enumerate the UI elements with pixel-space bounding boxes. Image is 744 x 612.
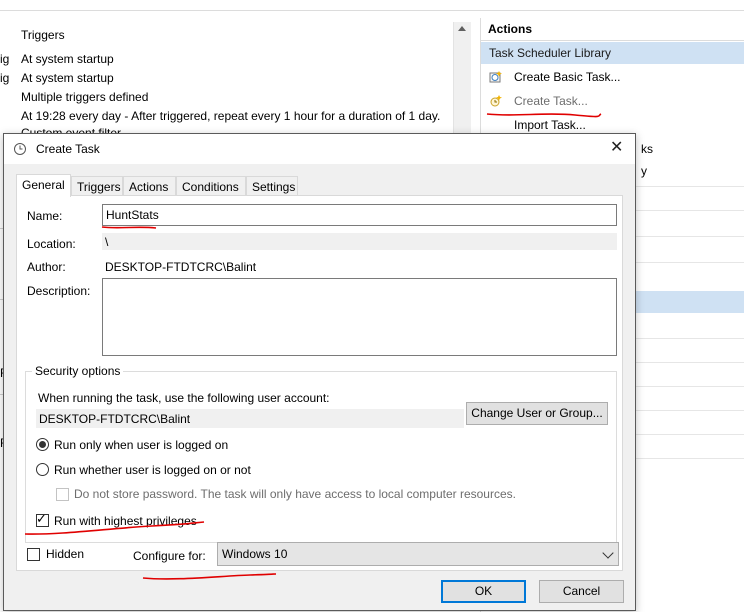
triggers-column-header[interactable]: Triggers (21, 28, 65, 42)
close-icon[interactable]: ✕ (610, 140, 623, 156)
name-field[interactable]: HuntStats (102, 204, 617, 226)
dialog-titlebar[interactable]: Create Task ✕ (4, 134, 635, 164)
tab-actions[interactable]: Actions (123, 176, 176, 196)
cut-text: ig (0, 71, 10, 85)
security-options-group: Security options When running the task, … (25, 364, 617, 543)
actions-library-header[interactable]: Task Scheduler Library (481, 42, 744, 64)
trigger-row[interactable]: At 19:28 every day - After triggered, re… (21, 109, 440, 123)
account-prompt: When running the task, use the following… (38, 391, 330, 405)
actions-selected-band (631, 291, 744, 313)
clock-icon (14, 143, 26, 155)
trigger-row[interactable]: At system startup (21, 52, 114, 66)
location-value: \ (102, 233, 617, 250)
scroll-up-icon[interactable] (458, 26, 466, 31)
background-top-bar (0, 0, 744, 11)
highest-privileges-checkbox[interactable]: ✓ (36, 511, 49, 527)
tab-general[interactable]: General (16, 174, 71, 197)
configure-for-label: Configure for: (133, 549, 206, 563)
run-logged-on-radio[interactable] (36, 438, 49, 451)
create-task-icon (490, 95, 502, 107)
actions-pane-title: Actions (481, 18, 744, 41)
triggers-list: ig ig Triggers At system startup At syst… (0, 22, 471, 140)
ok-button[interactable]: OK (441, 580, 526, 603)
no-store-password-label: Do not store password. The task will onl… (74, 487, 516, 501)
highest-privileges-label[interactable]: Run with highest privileges (54, 514, 197, 528)
run-logged-on-label[interactable]: Run only when user is logged on (54, 438, 228, 452)
create-task-dialog: Create Task ✕ General Triggers Actions C… (3, 133, 636, 611)
triggers-scrollbar[interactable] (453, 22, 471, 134)
create-basic-task-action[interactable]: Create Basic Task... (481, 66, 744, 88)
location-label: Location: (27, 237, 76, 251)
dialog-title: Create Task (36, 142, 100, 156)
trigger-row[interactable]: Multiple triggers defined (21, 90, 148, 104)
cut-text: ig (0, 52, 10, 66)
description-field[interactable] (102, 278, 617, 356)
security-options-legend: Security options (32, 364, 124, 378)
create-task-action[interactable]: Create Task... (481, 90, 744, 112)
checkmark-icon: ✓ (36, 511, 47, 526)
cancel-button[interactable]: Cancel (539, 580, 624, 603)
no-store-password-checkbox[interactable] (56, 488, 69, 501)
change-user-button[interactable]: Change User or Group... (466, 402, 608, 425)
hidden-label[interactable]: Hidden (46, 547, 84, 561)
configure-for-dropdown[interactable]: Windows 10 (217, 542, 619, 566)
tab-conditions[interactable]: Conditions (176, 176, 246, 196)
tab-settings[interactable]: Settings (246, 176, 298, 196)
run-whether-radio[interactable] (36, 463, 49, 476)
run-whether-label[interactable]: Run whether user is logged on or not (54, 463, 251, 477)
trigger-row[interactable]: At system startup (21, 71, 114, 85)
name-label: Name: (27, 209, 63, 223)
hidden-checkbox[interactable] (27, 548, 40, 561)
actions-fragment: ks (641, 142, 653, 156)
account-value: DESKTOP-FTDTCRC\Balint (36, 409, 464, 428)
description-label: Description: (27, 284, 91, 298)
author-value: DESKTOP-FTDTCRC\Balint (105, 260, 257, 274)
general-tab-panel: Name: HuntStats Location: \ Author: DESK… (16, 195, 623, 571)
tab-triggers[interactable]: Triggers (71, 176, 123, 196)
chevron-down-icon[interactable] (602, 547, 614, 559)
create-basic-task-icon (489, 71, 502, 83)
actions-fragment: y (641, 164, 647, 178)
author-label: Author: (27, 260, 66, 274)
